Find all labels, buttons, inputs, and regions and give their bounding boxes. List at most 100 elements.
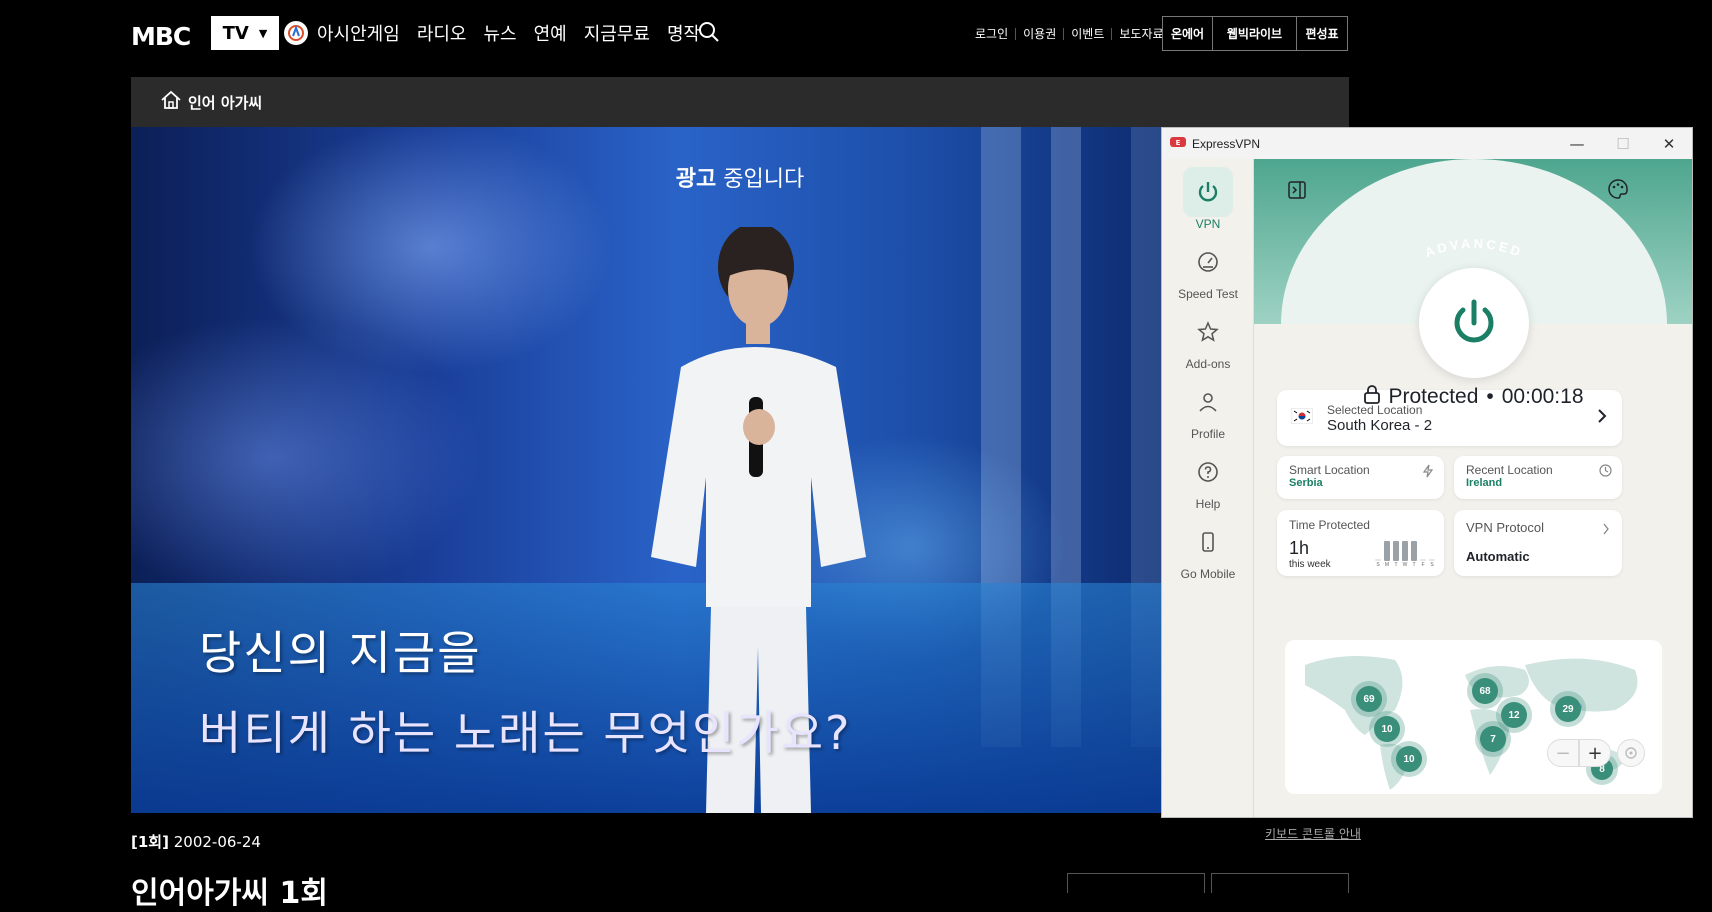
nav-item-entertainment[interactable]: 연예: [534, 20, 567, 46]
connection-status: Protected • 00:00:18: [1161, 384, 1693, 410]
minimize-button[interactable]: —: [1554, 128, 1600, 159]
chevron-right-icon: [1602, 522, 1610, 540]
video-subtitle-line2: 버티게 하는 노래는 무엇인가요?: [199, 706, 852, 760]
sidebar-item-label: Profile: [1190, 427, 1225, 441]
server-cluster-marker[interactable]: 29: [1555, 696, 1581, 722]
home-icon[interactable]: [160, 90, 182, 114]
nav-item-asian-games[interactable]: 아시안게임: [317, 20, 400, 46]
phone-icon: [1183, 517, 1233, 567]
week-day-bar: [1411, 541, 1417, 561]
nav-item-news[interactable]: 뉴스: [484, 20, 517, 46]
week-day-label: S: [1430, 562, 1434, 568]
utility-links: 로그인 이용권 이벤트 보도자료: [975, 25, 1164, 42]
south-korea-flag-icon: [1290, 407, 1314, 429]
vpn-app-title: ExpressVPN: [1192, 136, 1261, 151]
week-day-column: T: [1411, 541, 1417, 568]
web-live-button[interactable]: 웹빅라이브: [1213, 17, 1297, 50]
vpn-protocol-card[interactable]: VPN Protocol Automatic: [1454, 510, 1622, 576]
sidebar-item-label: VPN: [1195, 217, 1221, 231]
week-day-bar: [1393, 541, 1399, 561]
palette-icon[interactable]: [1607, 178, 1629, 205]
sidebar-item-vpn[interactable]: VPN: [1162, 167, 1254, 231]
tv-dropdown[interactable]: TV ▼: [211, 16, 279, 50]
week-day-bar: [1429, 559, 1435, 561]
week-day-bar: [1384, 541, 1390, 561]
svg-text:ADVANCED: ADVANCED: [1423, 236, 1525, 260]
nav-item-classics[interactable]: 명작: [667, 20, 700, 46]
asian-games-icon[interactable]: [284, 21, 308, 45]
help-icon: [1183, 447, 1233, 497]
server-cluster-marker[interactable]: 10: [1374, 716, 1400, 742]
ad-label: 광고: [675, 167, 717, 192]
week-day-column: F: [1420, 559, 1426, 568]
action-button[interactable]: [1067, 873, 1205, 893]
sidebar-item-label: Speed Test: [1178, 287, 1238, 301]
dropdown-arrow-icon: ▼: [258, 26, 268, 40]
week-day-column: S: [1375, 559, 1381, 568]
status-separator: •: [1486, 385, 1494, 408]
sidebar-item-go-mobile[interactable]: Go Mobile: [1162, 517, 1254, 581]
vpn-titlebar[interactable]: E ExpressVPN — ☐ ✕: [1162, 128, 1692, 159]
week-day-label: T: [1394, 562, 1398, 568]
login-link[interactable]: 로그인: [975, 25, 1008, 42]
lightning-icon: [1422, 464, 1434, 483]
weekly-usage-chart: SMTWTFS: [1375, 540, 1435, 568]
video-subtitle-line1: 당신의 지금을: [199, 626, 482, 680]
connect-power-button[interactable]: [1419, 268, 1529, 378]
mbc-logo[interactable]: MBC: [131, 22, 191, 51]
sidebar-item-speed-test[interactable]: Speed Test: [1162, 237, 1254, 301]
time-protected-card[interactable]: Time Protected 1h this week SMTWTFS: [1277, 510, 1444, 576]
vpn-sidebar: VPN Speed Test Add-ons Profile Help Go M…: [1162, 159, 1254, 817]
lock-icon: [1363, 384, 1381, 410]
server-cluster-marker[interactable]: 69: [1356, 686, 1382, 712]
recent-location-card[interactable]: Recent Location Ireland: [1454, 456, 1622, 499]
search-icon[interactable]: [698, 21, 720, 47]
close-button[interactable]: ✕: [1646, 128, 1692, 159]
episode-date: 2002-06-24: [173, 833, 261, 851]
expressvpn-logo-icon: E: [1170, 135, 1186, 153]
maximize-button[interactable]: ☐: [1600, 128, 1646, 159]
smart-location-value: Serbia: [1289, 477, 1323, 489]
week-day-label: M: [1384, 562, 1390, 568]
sidebar-item-help[interactable]: Help: [1162, 447, 1254, 511]
week-day-column: T: [1393, 541, 1399, 568]
recent-location-label: Recent Location: [1466, 463, 1553, 477]
main-nav: 아시안게임 라디오 뉴스 연예 지금무료 명작: [317, 20, 700, 46]
speedometer-icon: [1183, 237, 1233, 287]
press-link[interactable]: 보도자료: [1119, 25, 1163, 42]
nav-item-free-now[interactable]: 지금무료: [584, 20, 650, 46]
vpn-protocol-label: VPN Protocol: [1466, 520, 1545, 535]
on-air-button[interactable]: 온에어: [1163, 17, 1213, 50]
program-title[interactable]: 인어 아가씨: [188, 92, 262, 113]
episode-meta: [1회] 2002-06-24: [131, 831, 261, 852]
map-zoom-controls: − +: [1547, 739, 1645, 767]
server-cluster-marker[interactable]: 10: [1396, 746, 1422, 772]
server-map[interactable]: 69 10 10 68 12 7 29 8 − +: [1285, 640, 1662, 794]
chevron-right-icon: [1596, 408, 1608, 429]
sidebar-item-label: Help: [1195, 497, 1221, 511]
nav-item-radio[interactable]: 라디오: [417, 20, 467, 46]
sidebar-toggle-icon[interactable]: [1287, 180, 1307, 205]
server-cluster-marker[interactable]: 12: [1501, 702, 1527, 728]
subscription-link[interactable]: 이용권: [1023, 25, 1056, 42]
locate-icon[interactable]: [1617, 739, 1645, 767]
tv-label: TV: [222, 22, 249, 44]
schedule-button[interactable]: 편성표: [1297, 17, 1347, 50]
zoom-in-button[interactable]: +: [1579, 739, 1611, 767]
keyboard-help-link[interactable]: 키보드 콘트롤 안내: [1265, 825, 1361, 842]
week-day-column: S: [1429, 559, 1435, 568]
server-cluster-marker[interactable]: 7: [1480, 726, 1506, 752]
week-day-label: W: [1402, 562, 1408, 568]
smart-location-label: Smart Location: [1289, 463, 1370, 477]
sidebar-item-add-ons[interactable]: Add-ons: [1162, 307, 1254, 371]
smart-location-card[interactable]: Smart Location Serbia: [1277, 456, 1444, 499]
week-day-bar: [1375, 559, 1381, 561]
week-day-column: W: [1402, 541, 1408, 568]
zoom-out-button[interactable]: −: [1547, 739, 1579, 767]
server-cluster-marker[interactable]: 68: [1472, 678, 1498, 704]
advanced-badge-arc: ADVANCED: [1423, 236, 1525, 260]
event-link[interactable]: 이벤트: [1071, 25, 1104, 42]
action-button[interactable]: [1211, 873, 1349, 893]
recent-location-value: Ireland: [1466, 477, 1503, 489]
week-day-label: T: [1412, 562, 1416, 568]
